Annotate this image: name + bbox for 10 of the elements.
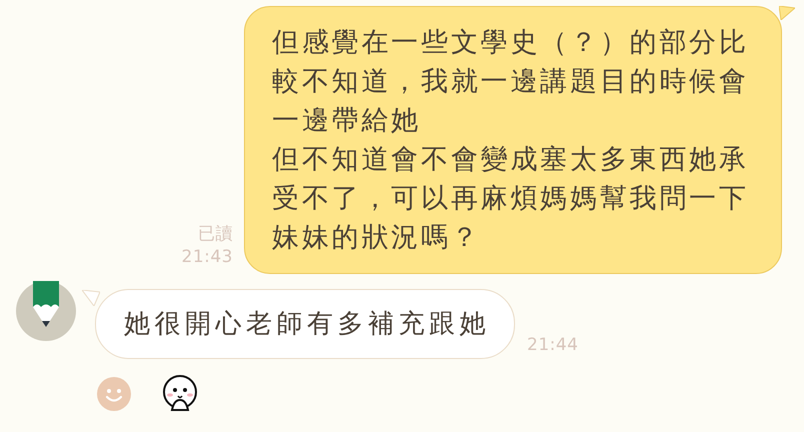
sticker-icon[interactable] — [162, 374, 198, 414]
avatar-icon[interactable] — [16, 281, 76, 341]
message-time: 21:43 — [182, 247, 233, 267]
read-receipt: 已讀 — [198, 223, 233, 245]
message-text: 但不知道會不會變成塞太多東西她承受不了，可以再麻煩媽媽幫我問一下妹妹的狀況嗎？ — [272, 143, 750, 255]
message-text: 她很開心老師有多補充跟她 — [124, 308, 490, 341]
bubble-tail — [779, 6, 795, 20]
bubble-tail — [82, 290, 100, 306]
message-text: 但感覺在一些文學史（？）的部分比較不知道，我就一邊講題目的時候會一邊帶給她 — [272, 26, 750, 138]
message-time: 21:44 — [527, 335, 578, 355]
